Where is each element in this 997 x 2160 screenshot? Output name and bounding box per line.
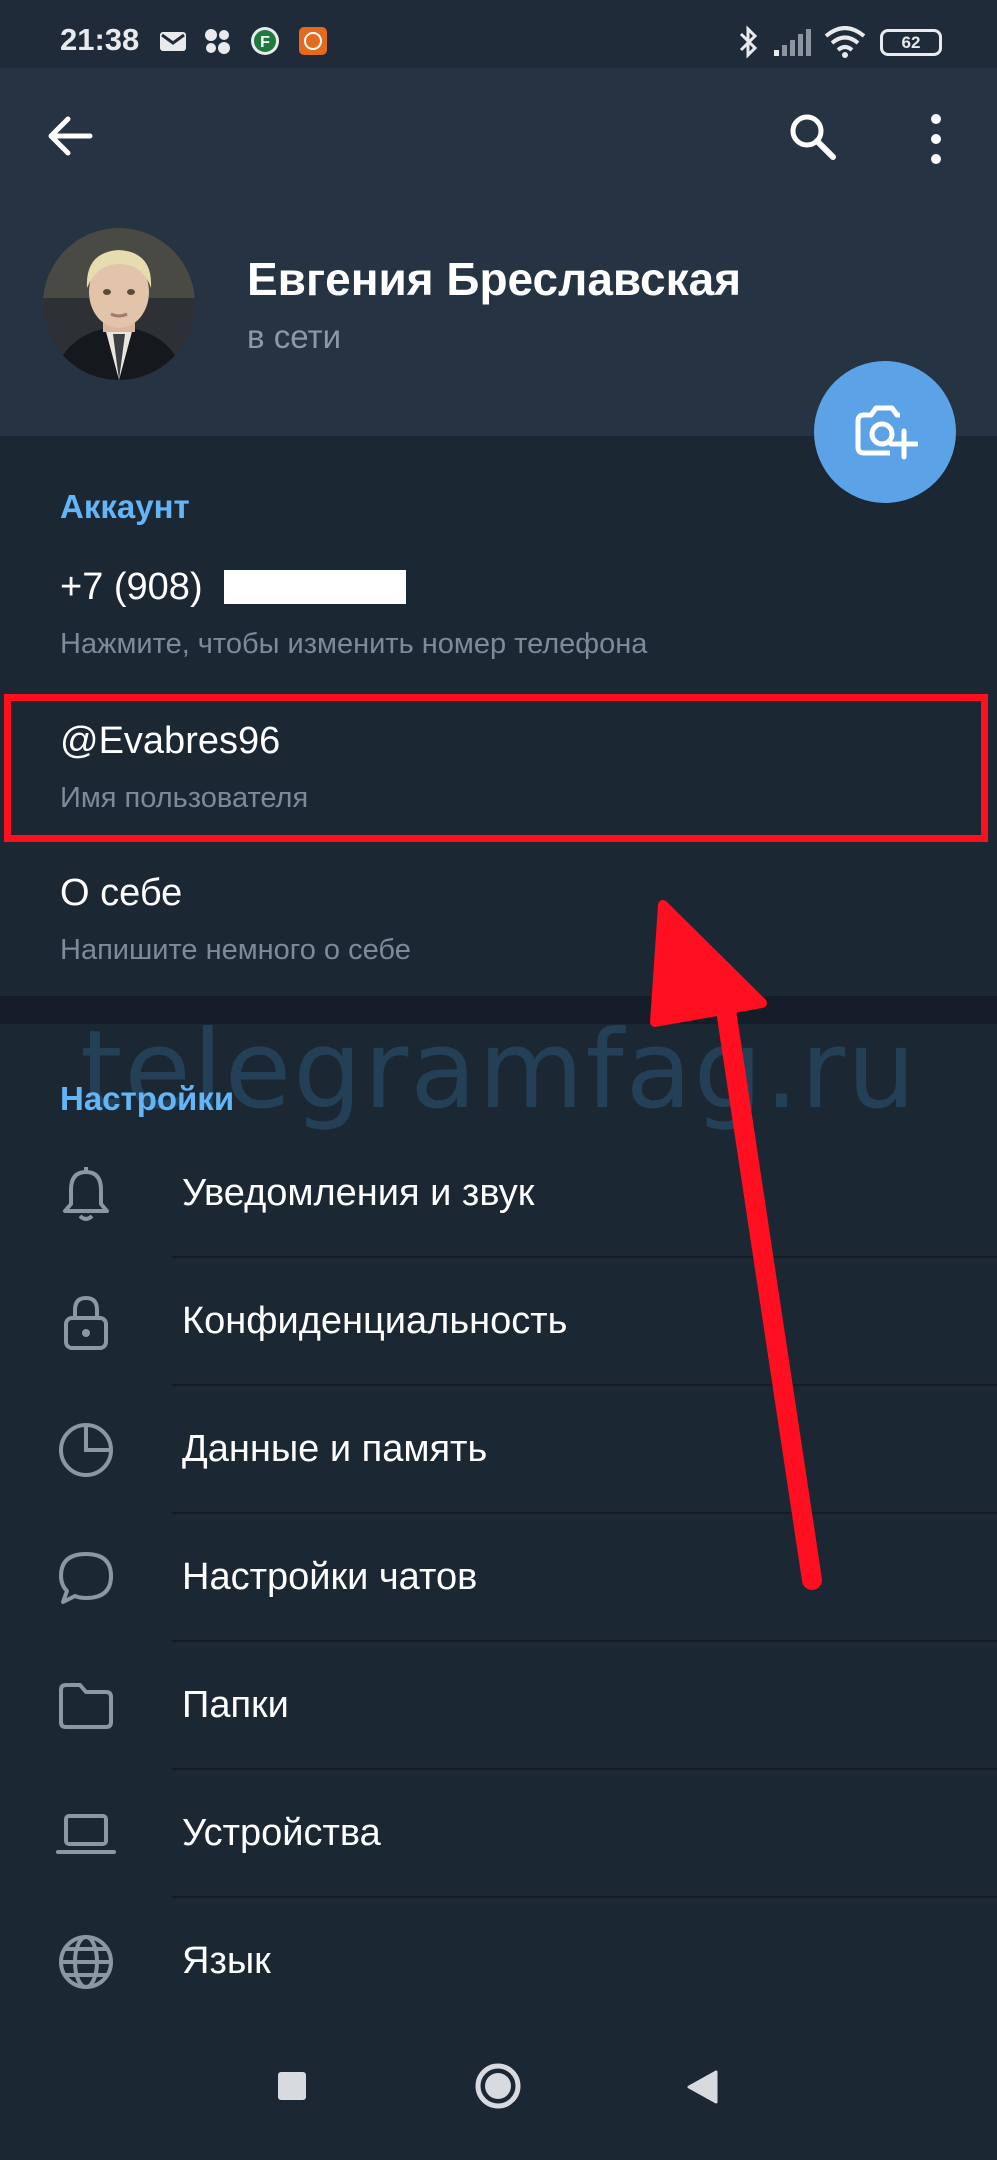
status-bar: 21:38 F 62 xyxy=(0,0,997,68)
laptop-icon xyxy=(56,1814,116,1854)
set-profile-photo-button[interactable] xyxy=(814,361,956,503)
settings-item-language[interactable]: Язык xyxy=(0,1898,997,2026)
lock-icon xyxy=(64,1295,108,1350)
bio-row[interactable]: О себе Напишите немного о себе xyxy=(0,852,997,992)
settings-item-label: Папки xyxy=(182,1684,289,1726)
settings-item-label: Язык xyxy=(182,1940,271,1982)
mi-app-icon xyxy=(299,27,327,55)
bio-hint: Напишите немного о себе xyxy=(60,934,411,966)
navigation-bar xyxy=(0,2026,997,2160)
settings-item-label: Данные и память xyxy=(182,1428,488,1470)
mail-icon xyxy=(160,32,186,51)
pie-chart-icon xyxy=(59,1423,113,1477)
settings-item-label: Устройства xyxy=(182,1812,381,1854)
profile-name: Евгения Бреславская xyxy=(247,253,742,305)
highlight-box xyxy=(4,694,988,842)
bell-icon xyxy=(63,1167,109,1221)
settings-item-label: Уведомления и звук xyxy=(182,1172,535,1214)
more-vertical-icon[interactable] xyxy=(926,112,946,166)
settings-item-notifications[interactable]: Уведомления и звук xyxy=(0,1130,997,1258)
settings-section-title: Настройки xyxy=(60,1080,235,1117)
bluetooth-icon xyxy=(739,25,758,59)
recents-square-icon[interactable] xyxy=(276,2070,308,2102)
bio-value: О себе xyxy=(60,872,183,914)
account-section-title: Аккаунт xyxy=(60,488,190,525)
svg-text:F: F xyxy=(260,34,270,51)
folder-icon xyxy=(59,1683,113,1729)
back-triangle-icon[interactable] xyxy=(684,2068,720,2106)
settings-item-privacy[interactable]: Конфиденциальность xyxy=(0,1258,997,1386)
phone-number: +7 (908) xyxy=(60,566,203,608)
home-circle-icon[interactable] xyxy=(474,2062,522,2110)
battery-indicator: 62 xyxy=(880,29,942,56)
avatar[interactable] xyxy=(43,228,195,380)
add-photo-icon xyxy=(855,405,918,460)
settings-item-devices[interactable]: Устройства xyxy=(0,1770,997,1898)
wifi-icon xyxy=(824,26,866,58)
phone-redaction-bar xyxy=(224,570,406,604)
globe-icon xyxy=(59,1935,113,1989)
status-time: 21:38 xyxy=(60,22,140,57)
settings-item-folders[interactable]: Папки xyxy=(0,1642,997,1770)
phone-hint: Нажмите, чтобы изменить номер телефона xyxy=(60,628,648,660)
search-icon[interactable] xyxy=(788,112,838,162)
dots-app-icon xyxy=(205,29,230,54)
settings-item-data-storage[interactable]: Данные и память xyxy=(0,1386,997,1514)
f-app-icon: F xyxy=(251,27,279,55)
back-arrow-icon[interactable] xyxy=(44,110,96,162)
phone-row[interactable]: +7 (908) Нажмите, чтобы изменить номер т… xyxy=(0,544,997,688)
settings-item-label: Конфиденциальность xyxy=(182,1300,568,1342)
signal-icon xyxy=(774,29,811,56)
profile-status: в сети xyxy=(247,318,342,355)
settings-item-label: Настройки чатов xyxy=(182,1556,478,1598)
settings-item-chat-settings[interactable]: Настройки чатов xyxy=(0,1514,997,1642)
chat-bubble-icon xyxy=(59,1552,113,1604)
